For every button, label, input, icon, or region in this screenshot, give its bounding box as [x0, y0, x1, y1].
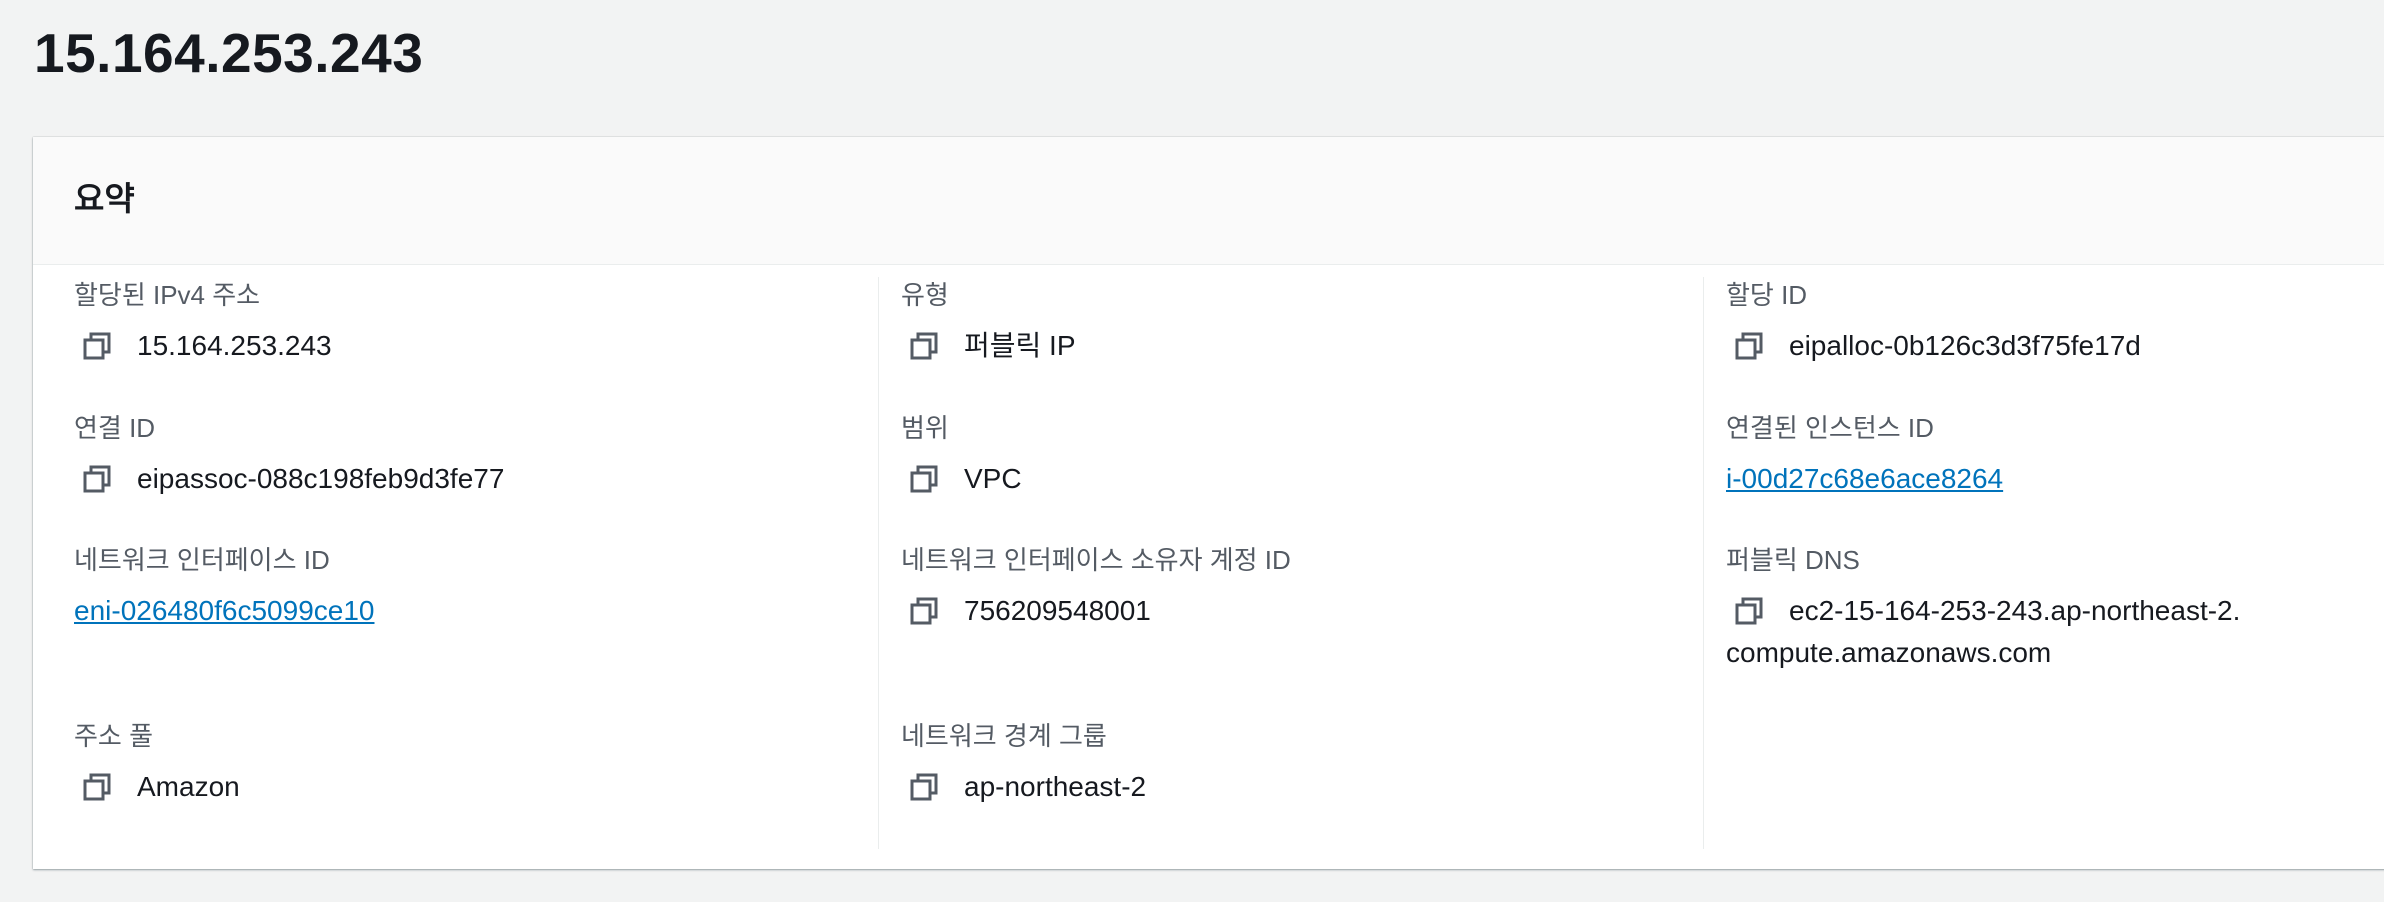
- copy-icon[interactable]: [82, 331, 112, 361]
- field-public-dns: 퍼블릭 DNS ec2-15-164-253-243.ap-northeast-…: [1726, 542, 2384, 674]
- network-interface-link[interactable]: eni-026480f6c5099ce10: [74, 590, 374, 632]
- field-label: 연결 ID: [74, 413, 156, 443]
- field-value: Amazon: [137, 771, 240, 802]
- summary-panel-header: 요약: [33, 137, 2384, 265]
- field-allocated-ipv4: 할당된 IPv4 주소 15.164.253.243: [74, 277, 864, 367]
- field-value: ec2-15-164-253-243.ap-northeast-2.comput…: [1726, 595, 2241, 668]
- copy-icon[interactable]: [1734, 331, 1764, 361]
- summary-heading: 요약: [74, 180, 135, 217]
- field-label: 네트워크 인터페이스 ID: [74, 545, 330, 575]
- field-label: 주소 풀: [74, 721, 153, 751]
- field-label: 할당 ID: [1726, 280, 1808, 310]
- field-value: VPC: [964, 463, 1022, 494]
- field-address-pool: 주소 풀 Amazon: [74, 718, 864, 808]
- copy-icon[interactable]: [909, 772, 939, 802]
- copy-icon[interactable]: [909, 596, 939, 626]
- field-value: 15.164.253.243: [137, 330, 332, 361]
- field-label: 네트워크 인터페이스 소유자 계정 ID: [901, 545, 1291, 575]
- summary-column-2: 유형 퍼블릭 IP 범위 VPC 네트워크 인터페이스 소유자 계정 ID 75…: [901, 277, 1691, 849]
- field-label: 네트워크 경계 그룹: [901, 721, 1107, 751]
- summary-column-3: 할당 ID eipalloc-0b126c3d3f75fe17d 연결된 인스턴…: [1726, 277, 2384, 849]
- field-value: ap-northeast-2: [964, 771, 1147, 802]
- field-value: 퍼블릭 IP: [964, 330, 1076, 361]
- field-label: 할당된 IPv4 주소: [74, 280, 261, 310]
- field-ni-owner-account-id: 네트워크 인터페이스 소유자 계정 ID 756209548001: [901, 542, 1691, 632]
- field-associated-instance-id: 연결된 인스턴스 ID i-00d27c68e6ace8264: [1726, 410, 2384, 500]
- field-allocation-id: 할당 ID eipalloc-0b126c3d3f75fe17d: [1726, 277, 2384, 367]
- associated-instance-link[interactable]: i-00d27c68e6ace8264: [1726, 458, 2003, 500]
- copy-icon[interactable]: [909, 464, 939, 494]
- field-label: 유형: [901, 280, 949, 310]
- field-label: 퍼블릭 DNS: [1726, 545, 1860, 575]
- field-network-border-group: 네트워크 경계 그룹 ap-northeast-2: [901, 718, 1691, 808]
- copy-icon[interactable]: [909, 331, 939, 361]
- copy-icon[interactable]: [82, 772, 112, 802]
- copy-icon[interactable]: [1734, 596, 1764, 626]
- column-divider: [878, 277, 879, 849]
- summary-panel: 요약 할당된 IPv4 주소 15.164.253.243 연결 ID eipa…: [33, 137, 2384, 869]
- field-network-interface-id: 네트워크 인터페이스 ID eni-026480f6c5099ce10: [74, 542, 864, 632]
- field-type: 유형 퍼블릭 IP: [901, 277, 1691, 367]
- field-value: eipalloc-0b126c3d3f75fe17d: [1789, 330, 2141, 361]
- field-label: 범위: [901, 413, 949, 443]
- field-label: 연결된 인스턴스 ID: [1726, 413, 1934, 443]
- summary-column-1: 할당된 IPv4 주소 15.164.253.243 연결 ID eipasso…: [74, 277, 864, 849]
- field-scope: 범위 VPC: [901, 410, 1691, 500]
- page-title: 15.164.253.243: [34, 22, 424, 84]
- field-association-id: 연결 ID eipassoc-088c198feb9d3fe77: [74, 410, 864, 500]
- copy-icon[interactable]: [82, 464, 112, 494]
- field-value: eipassoc-088c198feb9d3fe77: [137, 463, 505, 494]
- field-value: 756209548001: [964, 595, 1151, 626]
- column-divider: [1703, 277, 1704, 849]
